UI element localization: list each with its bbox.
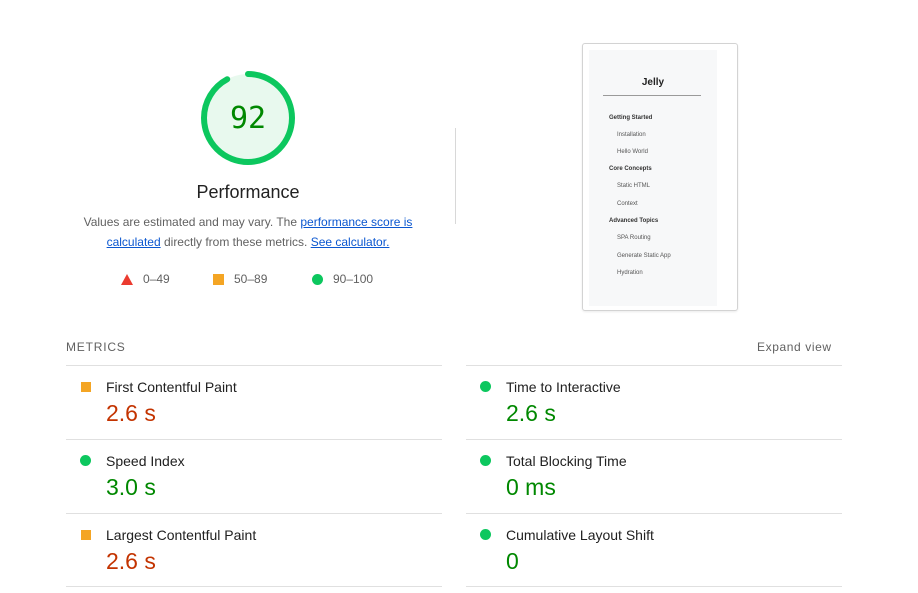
metric-time-to-interactive: Time to Interactive 2.6 s — [466, 365, 842, 439]
pass-circle-icon — [480, 455, 491, 466]
thumbnail-nav-item: Generate Static App — [617, 253, 671, 259]
metric-value: 2.6 s — [106, 548, 156, 574]
thumbnail-nav-item: Core Concepts — [609, 166, 652, 172]
metric-title: First Contentful Paint — [106, 379, 237, 395]
thumbnail-nav-item: Hydration — [617, 270, 643, 276]
average-square-icon — [81, 530, 91, 540]
lighthouse-report: 92 Performance Values are estimated and … — [0, 0, 918, 593]
triangle-icon — [121, 273, 133, 285]
metric-title: Total Blocking Time — [506, 453, 627, 469]
legend-pass-range: 90–100 — [333, 272, 374, 286]
metric-speed-index: Speed Index 3.0 s — [66, 439, 442, 513]
description-text: Values are estimated and may vary. The — [83, 215, 301, 229]
metric-value: 0 ms — [506, 474, 556, 500]
square-icon — [213, 273, 224, 285]
expand-view-toggle[interactable]: Expand view — [757, 340, 832, 354]
metric-title: Cumulative Layout Shift — [506, 527, 654, 543]
metric-first-contentful-paint: First Contentful Paint 2.6 s — [66, 365, 442, 439]
metric-cumulative-layout-shift: Cumulative Layout Shift 0 — [466, 513, 842, 587]
thumbnail-nav-item: Installation — [617, 132, 646, 138]
thumbnail-nav-item: Context — [617, 201, 638, 207]
legend-pass: 90–100 — [312, 272, 373, 286]
thumbnail-page: Jelly Getting Started Installation Hello… — [589, 50, 717, 306]
metrics-heading: METRICS — [66, 340, 126, 354]
thumbnail-rule — [603, 95, 701, 96]
pass-circle-icon — [80, 455, 91, 466]
thumbnail-nav-item: Getting Started — [609, 115, 653, 121]
metric-value: 2.6 s — [106, 400, 156, 426]
average-square-icon — [81, 382, 91, 392]
legend-average: 50–89 — [213, 272, 267, 286]
metric-title: Time to Interactive — [506, 379, 621, 395]
metric-title: Largest Contentful Paint — [106, 527, 257, 543]
metric-value: 2.6 s — [506, 400, 556, 426]
score-description: Values are estimated and may vary. The p… — [68, 212, 428, 252]
metric-total-blocking-time: Total Blocking Time 0 ms — [466, 439, 842, 513]
pass-circle-icon — [480, 381, 491, 392]
thumbnail-nav-item: Static HTML — [617, 183, 651, 189]
legend-average-range: 50–89 — [234, 272, 268, 286]
see-calculator-link[interactable]: See calculator. — [311, 235, 390, 249]
metric-value: 0 — [506, 548, 519, 574]
circle-icon — [312, 273, 323, 285]
legend-fail: 0–49 — [121, 272, 170, 286]
category-title: Performance — [196, 182, 300, 202]
performance-score-gauge[interactable]: 92 — [199, 69, 297, 167]
metric-largest-contentful-paint: Largest Contentful Paint 2.6 s — [66, 513, 442, 587]
vertical-divider — [455, 128, 456, 224]
metric-title: Speed Index — [106, 453, 185, 469]
thumbnail-nav-item: SPA Routing — [617, 235, 651, 241]
legend-fail-range: 0–49 — [143, 272, 170, 286]
score-value: 92 — [229, 100, 267, 136]
thumbnail-site-title: Jelly — [641, 77, 665, 88]
description-text-2: directly from these metrics. — [160, 235, 311, 249]
final-screenshot-thumbnail[interactable]: Jelly Getting Started Installation Hello… — [582, 43, 738, 311]
thumbnail-nav-item: Hello World — [617, 149, 648, 155]
pass-circle-icon — [480, 529, 491, 540]
metric-value: 3.0 s — [106, 474, 156, 500]
thumbnail-nav-item: Advanced Topics — [609, 218, 659, 224]
